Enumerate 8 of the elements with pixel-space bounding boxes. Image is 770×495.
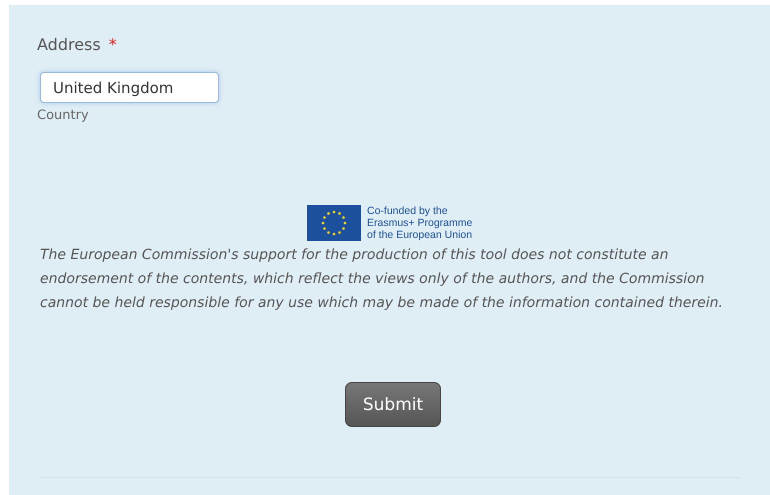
submit-button[interactable]: Submit — [345, 382, 441, 427]
field-label: Address — [37, 35, 101, 54]
disclaimer-text: The European Commission's support for the production of this tool does not constitute an endorsement of the contents, which reflect the views only of the authors, and the Commission cannot be held responsible for any use which may be made of the information contained therein. — [40, 246, 724, 313]
field-sublabel: Country — [37, 108, 90, 123]
flag-icon — [307, 205, 361, 241]
cofunded-text: Co-funded by the Erasmus+ Programme of the European Union — [367, 205, 472, 241]
required-mark: * — [108, 35, 117, 54]
country-input[interactable]: United Kingdom — [40, 72, 219, 103]
